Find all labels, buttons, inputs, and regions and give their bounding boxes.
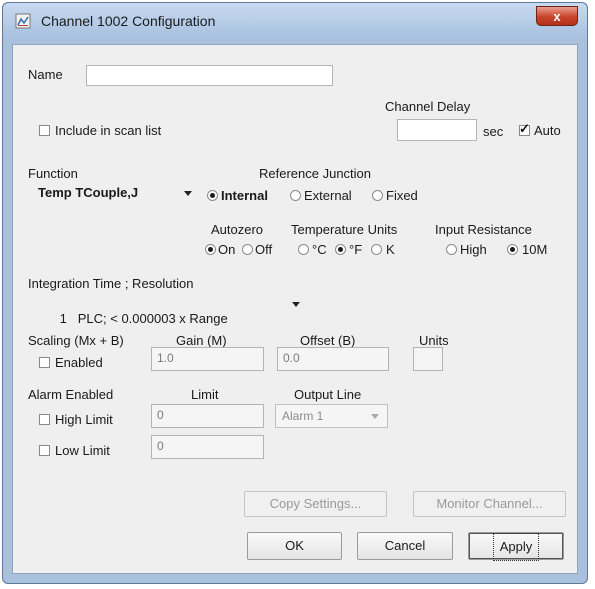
function-label: Function [28,166,78,181]
scaling-enabled-checkbox[interactable] [39,357,50,368]
function-select[interactable]: Temp TCouple,J [28,182,200,204]
scaling-label: Scaling (Mx + B) [28,333,124,348]
offset-label: Offset (B) [300,333,356,348]
ok-button[interactable]: OK [247,532,342,560]
window-title: Channel 1002 Configuration [41,13,216,29]
reference-junction-label: Reference Junction [259,166,372,181]
low-limit-input[interactable]: 0 [151,435,264,459]
ref-fixed-radio[interactable] [372,190,383,201]
temperature-units-label: Temperature Units [291,222,398,237]
alarm-enabled-label: Alarm Enabled [28,387,114,402]
high-limit-input[interactable]: 0 [151,404,264,428]
high-limit-checkbox[interactable] [39,414,50,425]
ref-fixed-label: Fixed [386,188,418,203]
scaling-enabled-label: Enabled [55,355,103,370]
apply-button-label: Apply [492,533,540,561]
name-input[interactable] [86,65,333,86]
resistance-high-label: High [460,242,487,257]
offset-input[interactable]: 0.0 [277,347,389,371]
output-line-select[interactable]: Alarm 1 [275,404,388,428]
unit-k-radio[interactable] [371,244,382,255]
unit-f-radio[interactable] [335,244,346,255]
name-label: Name [28,67,63,82]
channel-delay-label: Channel Delay [385,99,471,114]
scan-list-label: Include in scan list [55,123,162,138]
cancel-button[interactable]: Cancel [357,532,453,560]
close-button[interactable]: x [536,6,578,26]
units-label: Units [419,333,449,348]
autozero-label: Autozero [211,222,264,237]
chevron-down-icon [184,191,192,196]
channel-delay-input[interactable] [397,119,477,141]
ref-external-radio[interactable] [290,190,301,201]
ref-internal-radio[interactable] [207,190,218,201]
input-resistance-label: Input Resistance [435,222,532,237]
gain-input[interactable]: 1.0 [151,347,264,371]
dialog-content: Name Channel Delay sec Auto Include in s… [12,44,578,574]
app-icon [15,13,31,29]
integration-select[interactable]: 1 PLC; < 0.000003 x Range [28,293,308,326]
autozero-on-radio[interactable] [205,244,216,255]
unit-k-label: K [386,242,395,257]
low-limit-label: Low Limit [55,443,110,458]
title-bar[interactable]: Channel 1002 Configuration x [3,3,587,39]
autozero-off-label: Off [255,242,273,257]
autozero-off-radio[interactable] [242,244,253,255]
low-limit-checkbox[interactable] [39,445,50,456]
output-line-value: Alarm 1 [282,409,324,423]
ref-external-label: External [304,188,352,203]
autozero-on-label: On [218,242,236,257]
units-input[interactable] [413,347,443,371]
apply-button[interactable]: Apply [468,532,564,561]
copy-settings-button[interactable]: Copy Settings... [244,491,387,517]
monitor-channel-button[interactable]: Monitor Channel... [413,491,566,517]
resistance-10m-label: 10M [522,242,548,257]
output-line-label: Output Line [294,387,362,402]
unit-f-label: °F [349,242,363,257]
high-limit-label: High Limit [55,412,113,427]
auto-checkbox[interactable] [519,121,530,137]
auto-label: Auto [534,123,561,138]
delay-unit-label: sec [483,124,504,139]
integration-select-value: 1 PLC; < 0.000003 x Range [59,311,228,326]
unit-c-radio[interactable] [298,244,309,255]
chevron-down-icon [292,302,300,307]
chevron-down-icon [371,414,379,419]
unit-c-label: °C [312,242,327,257]
integration-label: Integration Time ; Resolution [28,276,194,291]
dialog-window: Channel 1002 Configuration x Name Channe… [2,2,588,584]
resistance-10m-radio[interactable] [507,244,518,255]
limit-label: Limit [191,387,219,402]
ref-internal-label: Internal [221,188,268,203]
gain-label: Gain (M) [176,333,227,348]
function-select-value: Temp TCouple,J [38,185,139,200]
resistance-high-radio[interactable] [446,244,457,255]
scan-list-checkbox[interactable] [39,125,50,136]
